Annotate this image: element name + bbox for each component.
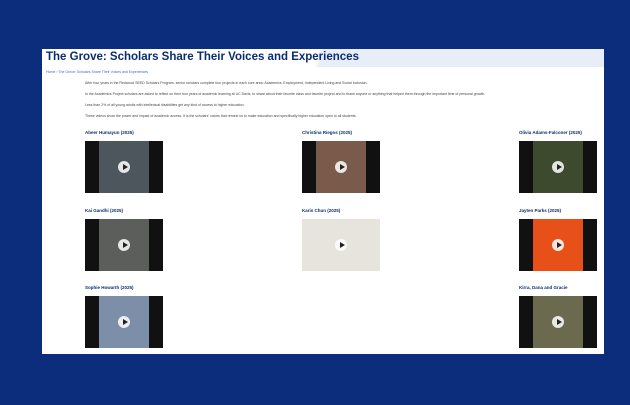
video-card: Olivia Adams-Falconer (2025)	[519, 130, 599, 193]
video-thumbnail[interactable]	[519, 219, 597, 271]
video-title: Karis Chun (2025)	[302, 208, 341, 213]
play-icon[interactable]	[335, 161, 347, 173]
intro-paragraph: Less than 2% of all young adults with in…	[85, 103, 245, 107]
intro-paragraph: In the Academics Project scholars are as…	[85, 92, 486, 96]
page-title: The Grove: Scholars Share Their Voices a…	[46, 51, 359, 63]
play-icon[interactable]	[118, 316, 130, 328]
play-icon[interactable]	[118, 161, 130, 173]
video-card: Kirra, Dana and Gracie	[519, 285, 599, 348]
breadcrumb-current[interactable]: The Grove: Scholars Share Their Voices a…	[58, 70, 148, 74]
intro-paragraph: These videos show the power and impact o…	[85, 114, 357, 118]
video-thumbnail[interactable]	[519, 141, 597, 193]
video-thumbnail[interactable]	[85, 296, 163, 348]
video-thumbnail[interactable]	[85, 141, 163, 193]
play-icon[interactable]	[552, 239, 564, 251]
video-title: Jayten Parks (2025)	[519, 208, 562, 213]
video-title: Kai Gandhi (2025)	[85, 208, 124, 213]
video-card: Christina Riegos (2025)	[302, 130, 382, 193]
video-title: Kirra, Dana and Gracie	[519, 285, 568, 290]
video-thumbnail[interactable]	[519, 296, 597, 348]
video-card: Sophie Howarth (2025)	[85, 285, 165, 348]
video-thumbnail[interactable]	[302, 141, 380, 193]
video-thumbnail[interactable]	[85, 219, 163, 271]
video-title: Christina Riegos (2025)	[302, 130, 353, 135]
video-card: Kai Gandhi (2025)	[85, 208, 165, 271]
play-icon[interactable]	[552, 161, 564, 173]
video-title: Sophie Howarth (2025)	[85, 285, 134, 290]
video-title: Olivia Adams-Falconer (2025)	[519, 130, 582, 135]
breadcrumb: Home › The Grove: Scholars Share Their V…	[46, 70, 148, 74]
video-card: Karis Chun (2025)	[302, 208, 382, 271]
video-card: Jayten Parks (2025)	[519, 208, 599, 271]
play-icon[interactable]	[552, 316, 564, 328]
intro-paragraph: After four years in the Redwood SEED Sch…	[85, 81, 368, 85]
video-card: Abeer Humayun (2025)	[85, 130, 165, 193]
play-icon[interactable]	[335, 239, 347, 251]
browser-page: The Grove: Scholars Share Their Voices a…	[42, 49, 604, 354]
video-title: Abeer Humayun (2025)	[85, 130, 134, 135]
breadcrumb-home[interactable]: Home	[46, 70, 55, 74]
play-icon[interactable]	[118, 239, 130, 251]
video-thumbnail[interactable]	[302, 219, 380, 271]
